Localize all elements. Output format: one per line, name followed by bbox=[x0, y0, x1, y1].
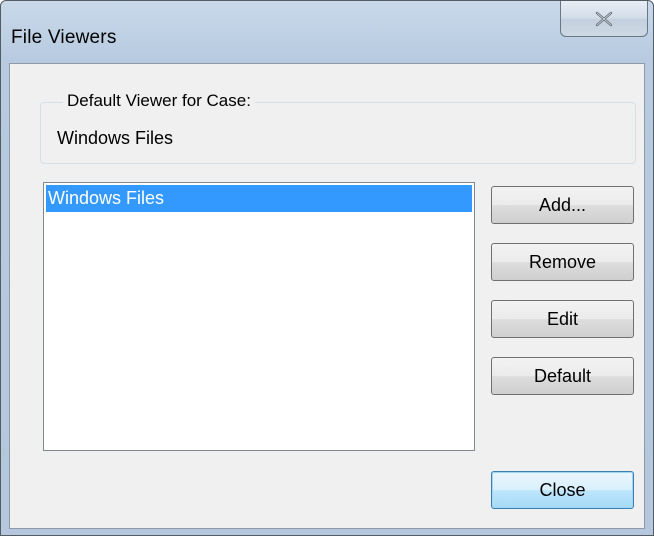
dialog-client-area: Default Viewer for Case: Windows Files W… bbox=[9, 63, 645, 529]
window-title: File Viewers bbox=[11, 27, 117, 48]
close-button[interactable]: Close bbox=[491, 471, 634, 509]
add-button[interactable]: Add... bbox=[491, 186, 634, 224]
file-viewers-dialog: File Viewers Default Viewer for Case: Wi… bbox=[0, 0, 654, 536]
default-viewer-value: Windows Files bbox=[57, 128, 174, 148]
window-close-button[interactable] bbox=[560, 1, 648, 37]
remove-button[interactable]: Remove bbox=[491, 243, 634, 281]
default-viewer-legend: Default Viewer for Case: bbox=[63, 91, 255, 111]
close-x-icon bbox=[595, 11, 613, 26]
edit-button[interactable]: Edit bbox=[491, 300, 634, 338]
list-item[interactable]: Windows Files bbox=[46, 185, 472, 212]
default-button[interactable]: Default bbox=[491, 357, 634, 395]
default-viewer-group: Default Viewer for Case: Windows Files bbox=[40, 91, 636, 164]
viewers-listbox[interactable]: Windows Files bbox=[43, 182, 475, 451]
